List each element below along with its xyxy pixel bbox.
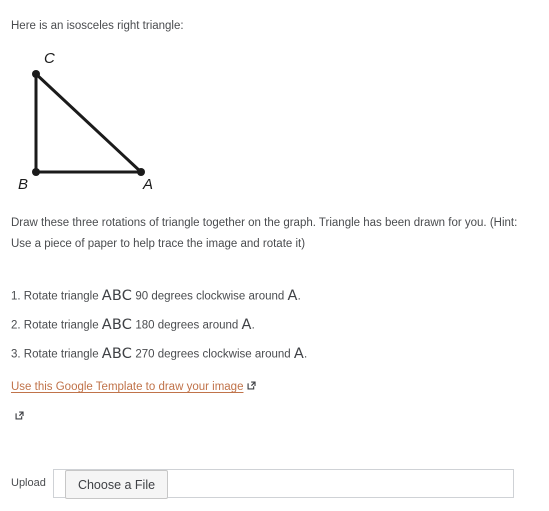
google-template-link[interactable]: Use this Google Template to draw your im… xyxy=(11,381,243,393)
triangle-figure: C B A xyxy=(0,46,185,201)
task-item: 3. Rotate triangle ABC 270 degrees clock… xyxy=(11,347,531,376)
task-text-end: . xyxy=(304,348,308,361)
task-center-label: A xyxy=(241,317,252,333)
vertex-label-b: B xyxy=(18,176,29,193)
task-text-mid: 90 degrees clockwise around xyxy=(135,290,285,303)
task-center-label: A xyxy=(287,288,298,304)
external-link-icon xyxy=(15,411,24,420)
secondary-link-row xyxy=(11,410,24,425)
upload-row: Upload Choose a File xyxy=(11,469,514,499)
vertex-dot-c xyxy=(32,70,40,78)
choose-a-file-button[interactable]: Choose a File xyxy=(65,470,168,499)
vertex-dot-b xyxy=(32,168,40,176)
template-link-row: Use this Google Template to draw your im… xyxy=(11,380,257,395)
intro-text: Here is an isosceles right triangle: xyxy=(11,20,184,32)
task-text-pre: Rotate triangle xyxy=(23,319,99,332)
assignment-page: Here is an isosceles right triangle: C B… xyxy=(0,0,549,511)
vertex-label-a: A xyxy=(143,176,154,193)
vertex-label-c: C xyxy=(44,50,56,67)
task-text-mid: 180 degrees around xyxy=(135,319,239,332)
task-text-pre: Rotate triangle xyxy=(23,348,99,361)
task-text-end: . xyxy=(251,319,255,332)
task-text-pre: Rotate triangle xyxy=(23,290,99,303)
external-link-icon xyxy=(247,381,257,390)
task-text-end: . xyxy=(297,290,301,303)
task-item: 2. Rotate triangle ABC 180 degrees aroun… xyxy=(11,318,531,347)
task-center-label: A xyxy=(293,346,305,362)
instructions-paragraph: Draw these three rotations of triangle t… xyxy=(11,217,518,250)
task-shape-label: ABC xyxy=(101,288,133,304)
vertex-dot-a xyxy=(137,168,145,176)
file-input-field[interactable]: Choose a File xyxy=(53,469,514,499)
task-list: 1. Rotate triangle ABC 90 degrees clockw… xyxy=(11,289,531,376)
task-number: 2. xyxy=(11,319,21,332)
task-number: 3. xyxy=(11,348,21,361)
task-shape-label: ABC xyxy=(101,317,133,333)
task-number: 1. xyxy=(11,290,21,303)
upload-label: Upload xyxy=(11,477,46,489)
task-shape-label: ABC xyxy=(101,346,133,362)
task-text-mid: 270 degrees clockwise around xyxy=(135,348,291,361)
task-item: 1. Rotate triangle ABC 90 degrees clockw… xyxy=(11,289,531,318)
triangle-hypotenuse-ca xyxy=(34,72,143,174)
